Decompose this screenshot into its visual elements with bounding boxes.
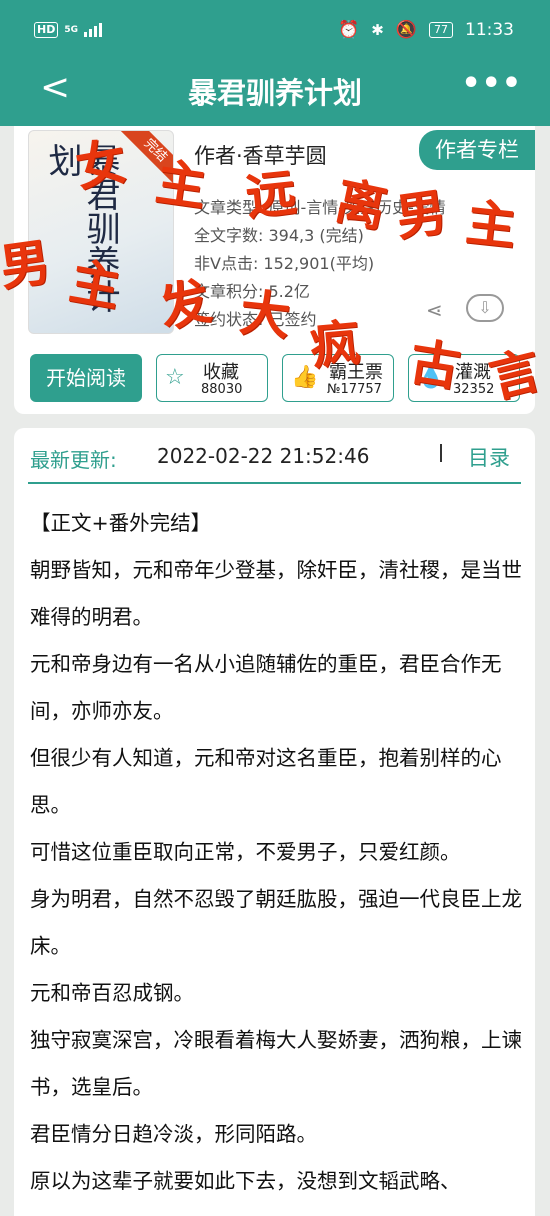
overlay-glyph: 男 [0,231,54,298]
bluetooth-icon: ✱ [371,21,384,39]
divider [28,482,521,484]
overlay-glyph: 男 [392,181,450,248]
overlay-glyph: 离 [330,170,392,239]
alarm-icon: ⏰ [338,20,360,40]
overlay-glyph: 古 [405,331,465,398]
overlay-glyph: 主 [152,151,210,218]
overlay-glyph: 疯 [307,312,363,377]
update-date: 2022-02-22 21:52:46 [157,444,370,468]
clock: 11:33 [465,20,514,40]
signal-icon [84,23,102,37]
synopsis-paragraph: 元和帝百忍成钢。 [30,981,194,1005]
synopsis-paragraph: 【正文+番外完结】 [30,511,212,535]
battery-icon: 77 [429,22,453,38]
toc-link[interactable]: 目录 [468,442,510,472]
content-card: 最新更新: 2022-02-22 21:52:46 目录 【正文+番外完结】 朝… [14,428,535,1216]
status-bar: HD 5G ⏰ ✱ 🔕 77 11:33 [0,0,550,62]
synopsis-paragraph: 但很少有人知道，元和帝对这名重臣，抱着别样的心思。 [30,746,502,817]
divider-vertical [440,444,442,462]
update-label: 最新更新: [30,448,117,472]
overlay-glyph: 言 [483,339,547,410]
synopsis: 【正文+番外完结】 朝野皆知，元和帝年少登基，除奸臣，清社稷，是当世难得的明君。… [30,500,522,1205]
synopsis-paragraph: 君臣情分日趋冷淡，形同陌路。 [30,1122,317,1146]
overlay-glyph: 女 [71,131,131,198]
overlay-glyph: 发 [154,270,216,339]
network-label: 5G [64,25,78,35]
app-bar: < 暴君驯养计划 ••• [0,62,550,126]
overlay-glyph: 主 [65,251,125,318]
synopsis-paragraph: 原以为这辈子就要如此下去，没想到文韬武略、 [30,1169,461,1193]
hd-icon: HD [34,22,59,38]
synopsis-paragraph: 可惜这位重臣取向正常，不爱男子，只爱红颜。 [30,840,461,864]
overlay-glyph: 远 [243,162,299,227]
overlay-text-2: 男主发大疯古言 [0,231,550,409]
synopsis-paragraph: 元和帝身边有一名从小追随辅佐的重臣，君臣合作无间，亦师亦友。 [30,652,502,723]
synopsis-paragraph: 身为明君，自然不忍毁了朝廷肱股，强迫一代良臣上龙床。 [30,887,522,958]
overlay-glyph: 大 [237,282,293,347]
synopsis-paragraph: 朝野皆知，元和帝年少登基，除奸臣，清社稷，是当世难得的明君。 [30,558,522,629]
overlay-text-1: 女主远离男主 [71,131,550,256]
mute-icon: 🔕 [395,20,417,40]
more-icon[interactable]: ••• [461,66,522,101]
synopsis-paragraph: 独守寂寞深宫，冷眼看着梅大人娶娇妻，洒狗粮，上谏书，选皇后。 [30,1028,522,1099]
